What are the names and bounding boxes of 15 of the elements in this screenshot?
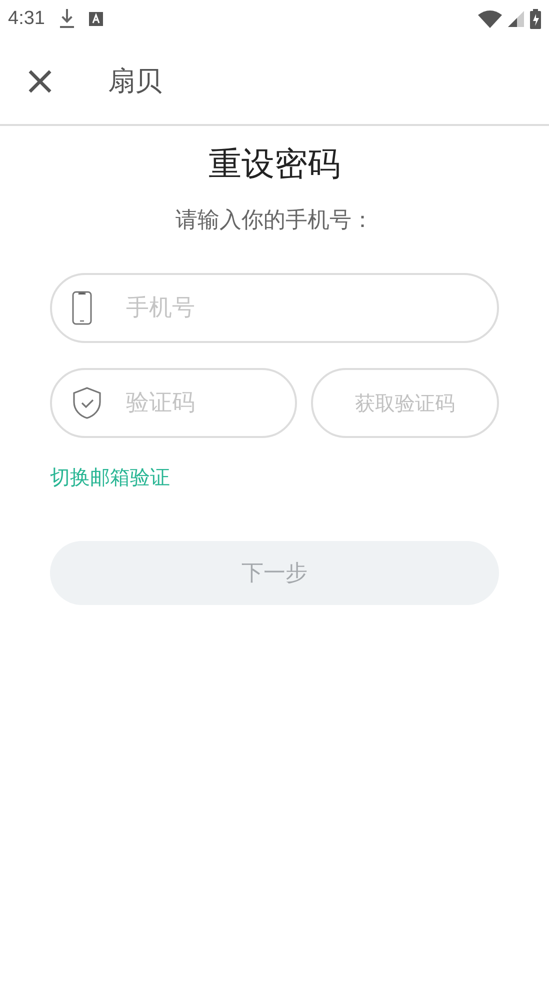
status-time: 4:31 xyxy=(8,8,45,30)
page-heading: 重设密码 xyxy=(208,143,340,185)
phone-field[interactable]: 手机号 xyxy=(50,273,499,343)
app-title: 扇贝 xyxy=(108,65,162,99)
download-icon xyxy=(58,9,75,29)
code-field[interactable]: 验证码 xyxy=(50,368,297,438)
signal-icon xyxy=(508,11,524,27)
switch-email-link[interactable]: 切换邮箱验证 xyxy=(50,464,170,491)
close-button[interactable]: × xyxy=(0,61,80,101)
battery-icon xyxy=(530,9,541,29)
instruction-text: 请输入你的手机号： xyxy=(176,207,374,235)
phone-icon xyxy=(72,291,92,325)
wifi-icon xyxy=(478,10,502,28)
app-notification-icon xyxy=(88,12,103,26)
shield-check-icon xyxy=(72,387,102,419)
